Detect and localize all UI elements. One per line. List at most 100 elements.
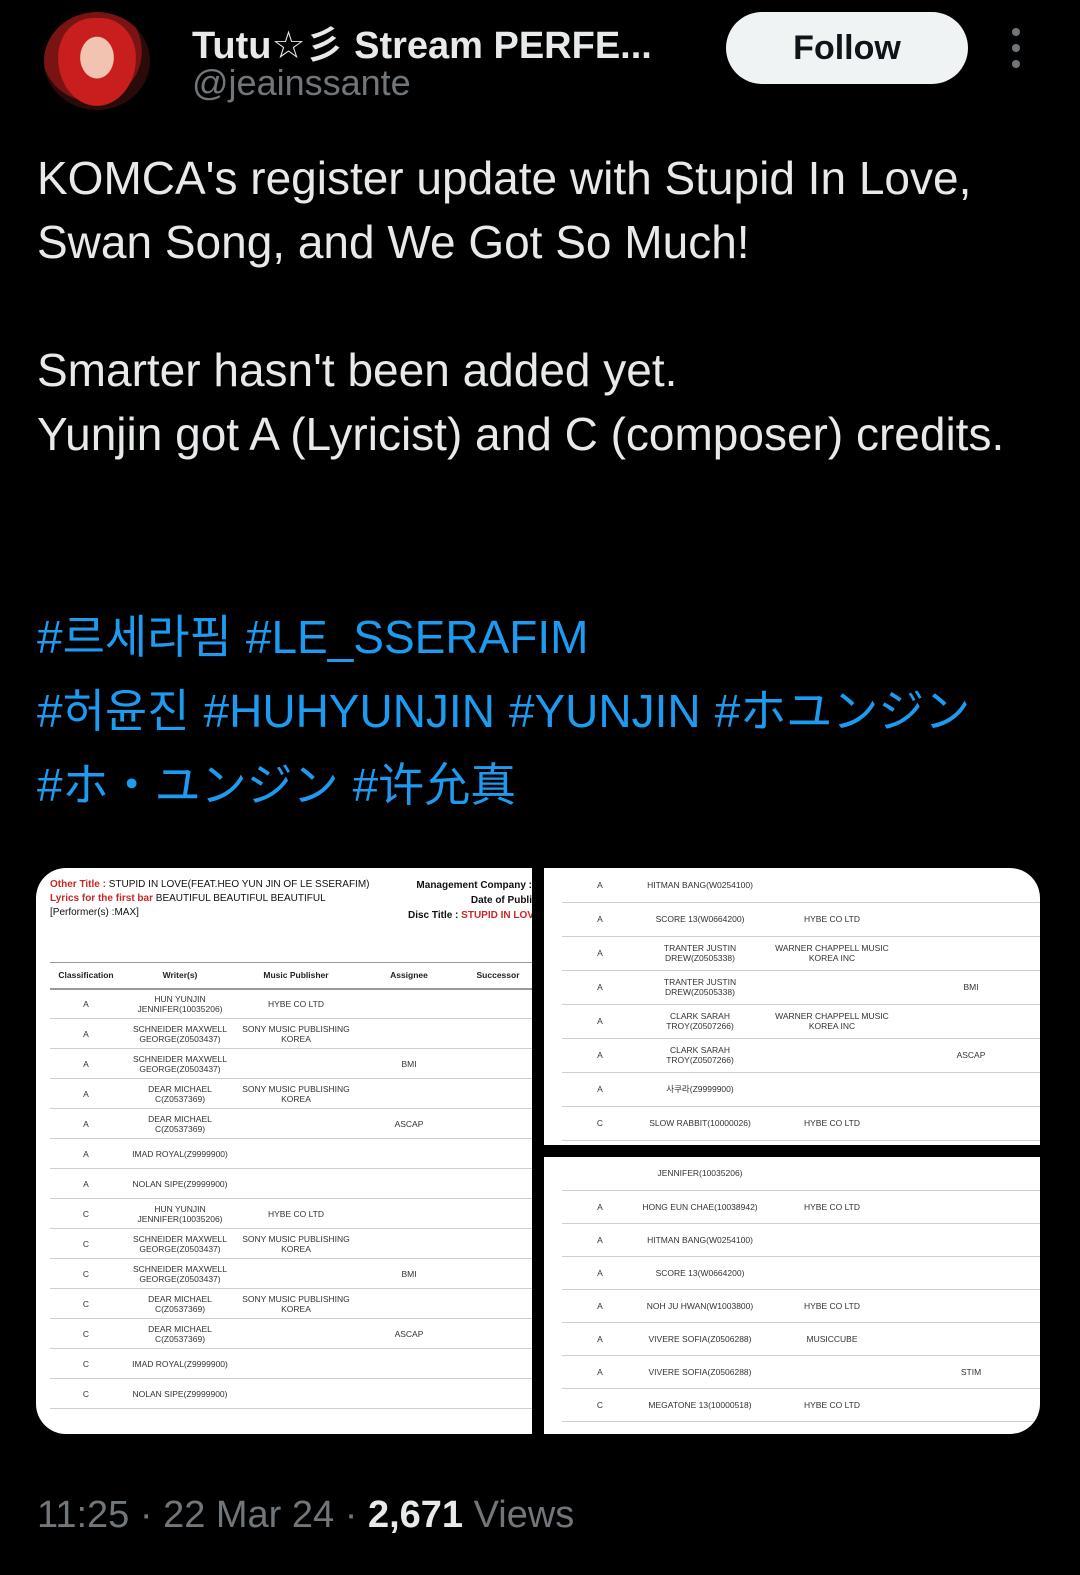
table-cell [902,1388,1040,1422]
hashtag-link[interactable]: #ホユンジン [715,685,971,737]
tweet-date[interactable]: 22 Mar 24 [163,1494,334,1536]
table-cell: A [562,1256,638,1290]
table-cell: VIVERE SOFIA(Z0506288) [638,1355,762,1389]
table-cell: HONG EUN CHAE(10038942) [638,1190,762,1224]
table-cell: HITMAN BANG(W0254100) [638,1223,762,1257]
more-options-icon[interactable] [1004,28,1028,68]
table-row: C NOLAN SIPE(Z9999900) [50,1378,532,1409]
table-cell [902,1322,1040,1356]
views-count: 2,671 [367,1494,464,1536]
table-cell: CLARK SARAH TROY(Z0507266) [638,1004,762,1039]
table-cell: C [562,1140,638,1145]
column-header: Successor [464,962,532,990]
table-cell [238,1378,354,1409]
media-image-left[interactable]: Other Title : STUPID IN LOVE(FEAT.HEO YU… [36,868,532,1434]
hashtag-link[interactable]: #허윤진 [37,685,190,737]
table-cell [762,1038,902,1073]
table-cell: A [50,988,122,1019]
table-cell [762,970,902,1005]
table-row: A VIVERE SOFIA(Z0506288) MUSICCUBE [562,1322,1040,1356]
table-cell: HYBE CO LTD [762,902,902,937]
table-row: A SCORE 13(W0664200) [562,1256,1040,1290]
table-cell [464,1198,532,1229]
table-cell [354,1168,464,1199]
table-row: A CLARK SARAH TROY(Z0507266) ASCAP [562,1038,1040,1073]
table-cell [354,1138,464,1169]
table-cell: A [50,1048,122,1079]
column-header: Writer(s) [122,962,238,990]
table-row: CMEGATONE 13(10000518)HYBE CO LTD [562,1140,1040,1145]
table-cell: A [562,1004,638,1039]
table-cell [762,1355,902,1389]
table-cell: A [50,1078,122,1109]
table-cell: DANKE 2(10006214) [638,1421,762,1434]
media-image-top-right[interactable]: A HITMAN BANG(W0254100) A SCORE 13(W0664200… [544,868,1040,1145]
table-cell: C [562,1388,638,1422]
hashtag-link[interactable]: #르세라핌 [37,611,232,663]
hashtag-link[interactable]: #HUHYUNJIN [204,685,495,737]
table-row: C DEAR MICHAEL C(Z0537369) SONY MUSIC PUBL… [50,1288,532,1319]
table-cell [238,1168,354,1199]
tweet-paragraph: KOMCA's register update with Stupid In L… [37,152,972,268]
hashtag-link[interactable]: #许允真 [353,759,517,811]
table-cell: DEAR MICHAEL C(Z0537369) [122,1318,238,1349]
author-display-name[interactable]: Tutu☆彡 Stream PERFE... [192,14,672,69]
disc-label: Disc Title : [408,910,459,921]
table-row: C HUN YUNJIN JENNIFER(10035206) HYBE CO LT… [50,1198,532,1229]
table-cell [238,1048,354,1079]
table-cell [762,868,902,903]
table-cell [902,1157,1040,1191]
table-cell: DEAR MICHAEL C(Z0537369) [122,1078,238,1109]
table-cell: SCHNEIDER MAXWELL GEORGE(Z0503437) [122,1048,238,1079]
table-cell: HYBE CO LTD [238,988,354,1019]
hashtag-link[interactable]: #LE_SSERAFIM [246,611,589,663]
follow-button[interactable]: Follow [726,12,968,84]
table-cell: A [50,1108,122,1139]
table-cell [464,1378,532,1409]
tweet-time[interactable]: 11:25 [37,1494,129,1536]
table-row: JENNIFER(10035206) [562,1157,1040,1191]
author-handle[interactable]: @jeainssante [192,62,411,104]
meta-separator: · [139,1494,153,1536]
column-header: Music Publisher [238,962,354,990]
table-cell: A [562,902,638,937]
table-row: A TRANTER JUSTIN DREW(Z0505338) BMI [562,970,1040,1005]
table-cell: A [562,1190,638,1224]
doc-management: Management Company : Date of Publi Disc … [408,878,532,923]
media-image-bottom-right[interactable]: JENNIFER(10035206) A HONG EUN CHAE(1003894… [544,1157,1040,1434]
table-cell [762,1256,902,1290]
table-row: A SCHNEIDER MAXWELL GEORGE(Z0503437) SONY … [50,1018,532,1049]
lyrics-text: BEAUTIFUL BEAUTIFUL BEAUTIFUL [155,893,326,904]
doc-header: Other Title : STUPID IN LOVE(FEAT.HEO YU… [50,878,370,920]
table-cell [902,1190,1040,1224]
table-cell: BMI [354,1048,464,1079]
hashtag-link[interactable]: #YUNJIN [509,685,701,737]
table-cell: VIVERE SOFIA(Z0506288) [638,1322,762,1356]
table-cell: HYBE CO LTD [238,1198,354,1229]
table-row: A 사쿠라(Z9999900) [562,1072,1040,1107]
table-row: A SCHNEIDER MAXWELL GEORGE(Z0503437) BMI [50,1048,532,1079]
table-cell [464,1318,532,1349]
table-cell: JENNIFER(10035206) [638,1157,762,1191]
other-title-label: Other Title : [50,879,106,890]
table-cell: HYBE CO LTD [762,1289,902,1323]
table-cell [902,1140,1040,1145]
table-cell: A [50,1138,122,1169]
table-cell [902,868,1040,903]
table-cell [354,988,464,1019]
table-cell: CLARK SARAH TROY(Z0507266) [638,1038,762,1073]
table-row: CDANKE 2(10006214) [562,1421,1040,1434]
table-cell: WARNER CHAPPELL MUSIC KOREA INC [762,1004,902,1039]
table-cell: HYBE CO LTD [762,1388,902,1422]
table-row: C SCHNEIDER MAXWELL GEORGE(Z0503437) SONY … [50,1228,532,1259]
author-avatar[interactable] [44,12,150,110]
table-cell: STIM [902,1355,1040,1389]
table-cell [902,1256,1040,1290]
table-cell: MEGATONE 13(10000518) [638,1140,762,1145]
table-cell: C [50,1288,122,1319]
table-cell [238,1318,354,1349]
register-table: A HITMAN BANG(W0254100) A SCORE 13(W0664200… [562,868,1040,1145]
table-cell [464,1108,532,1139]
table-cell: A [562,868,638,903]
hashtag-link[interactable]: #ホ・ユンジン [37,759,339,811]
